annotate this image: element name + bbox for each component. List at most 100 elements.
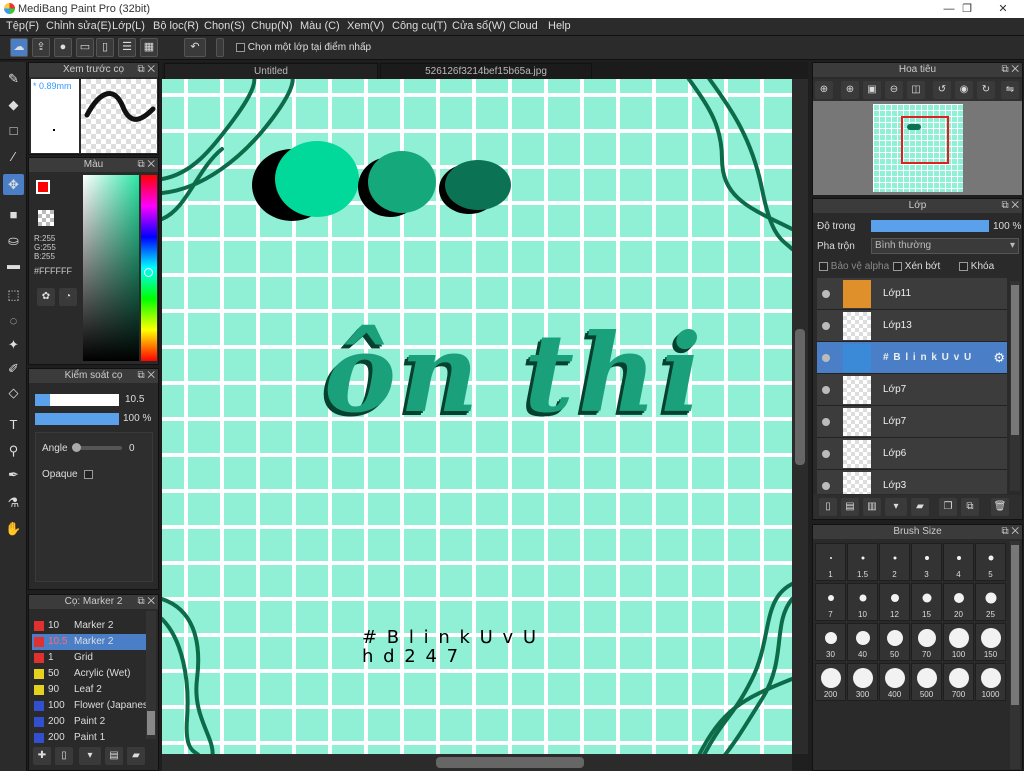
brush-size-preset[interactable]: 200 — [815, 663, 846, 701]
brush-size-preset[interactable]: 500 — [911, 663, 942, 701]
menu-snap[interactable]: Chụp(N) — [251, 20, 293, 32]
text-tool-icon[interactable]: T — [3, 414, 24, 435]
foreground-color-swatch[interactable] — [36, 180, 50, 194]
select-layer-option[interactable]: Chọn một lớp tại điểm nhấp — [236, 42, 371, 53]
angle-handle[interactable] — [72, 443, 81, 452]
brush-size-preset[interactable]: 12 — [879, 583, 910, 621]
close-button[interactable]: ✕ — [988, 0, 1018, 18]
upload-icon[interactable]: ⇪ — [32, 38, 50, 57]
brush-size-preset[interactable]: 150 — [975, 623, 1006, 661]
brush-settings-icon[interactable]: ▤ — [105, 747, 123, 765]
new-layer-icon[interactable]: ▯ — [819, 498, 837, 516]
navigator-close-icon[interactable]: ⧉ ✕ — [1001, 63, 1019, 77]
gradient-tool-icon[interactable]: ▬ — [3, 254, 24, 275]
brush-list-item[interactable]: 10.5Marker 2⚙ — [32, 634, 156, 650]
brush-size-preset[interactable]: 20 — [943, 583, 974, 621]
new-halftone-layer-icon[interactable]: ▤ — [841, 498, 859, 516]
layer-row[interactable]: Lớp6 — [817, 438, 1007, 470]
brush-list-item[interactable]: 200 Paint 1 — [32, 730, 156, 746]
dropper-tool-icon[interactable]: ✒ — [3, 464, 24, 485]
brush-size-preset[interactable]: 70 — [911, 623, 942, 661]
layer-folder-icon[interactable]: ▰ — [911, 498, 929, 516]
menu-color[interactable]: Màu (C) — [300, 20, 340, 32]
brush-size-scrollbar[interactable] — [1010, 541, 1020, 769]
select-eraser-tool-icon[interactable]: ◇ — [3, 382, 24, 403]
comment-icon[interactable]: ● — [54, 38, 72, 57]
hue-slider[interactable] — [141, 175, 157, 361]
layer-row[interactable]: Lớp13 — [817, 310, 1007, 342]
eye-icon[interactable] — [822, 450, 830, 458]
eye-icon[interactable] — [822, 418, 830, 426]
brush-list-scroll-thumb[interactable] — [147, 711, 155, 735]
brush-list-item[interactable]: 200 Paint 2 — [32, 714, 156, 730]
speech-bubble-icon[interactable]: ▭ — [76, 38, 94, 57]
tab-image-file[interactable]: 526126f3214bef15b65a.jpg — [380, 63, 592, 79]
angle-slider[interactable] — [72, 443, 122, 452]
layer-close-icon[interactable]: ⧉ ✕ — [1001, 199, 1019, 213]
brush-size-preset[interactable]: 3 — [911, 543, 942, 581]
protect-alpha-option[interactable]: Bảo vệ alpha — [819, 261, 889, 272]
eraser-tool-icon[interactable]: ◆ — [3, 94, 24, 115]
duplicate-layer-icon[interactable]: ❐ — [939, 498, 957, 516]
layer-scroll-thumb[interactable] — [1011, 285, 1019, 435]
menu-tools[interactable]: Công cụ(T) — [392, 20, 447, 32]
new-brush-icon[interactable]: ▯ — [55, 747, 73, 765]
eye-icon[interactable] — [822, 386, 830, 394]
brush-size-preset[interactable]: 25 — [975, 583, 1006, 621]
layer-row[interactable]: Lớp7 — [817, 406, 1007, 438]
brush-size-preset[interactable]: 5 — [975, 543, 1006, 581]
operation-tool-icon[interactable]: ⚲ — [3, 440, 24, 461]
menu-edit[interactable]: Chỉnh sửa(E) — [46, 20, 111, 32]
menu-select[interactable]: Chọn(S) — [204, 20, 245, 32]
hand-tool-icon[interactable]: ✋ — [3, 518, 24, 539]
clipping-checkbox[interactable] — [893, 261, 902, 271]
brush-folder-icon[interactable]: ▰ — [127, 747, 145, 765]
brush-size-preset[interactable]: 2 — [879, 543, 910, 581]
delete-layer-icon[interactable]: 🗑 — [991, 498, 1009, 516]
brush-size-preset[interactable]: 400 — [879, 663, 910, 701]
merge-layer-icon[interactable]: ⧉ — [961, 498, 979, 516]
zoom-out-icon[interactable]: ⊖ — [885, 81, 903, 99]
hue-handle[interactable] — [144, 268, 153, 277]
zoom-in-icon[interactable]: ⊕ — [841, 81, 859, 99]
new-8bit-layer-icon[interactable]: ▥ — [863, 498, 881, 516]
menu-file[interactable]: Tệp(F) — [6, 20, 39, 32]
brush-size-preset[interactable]: 10 — [847, 583, 878, 621]
opaque-checkbox[interactable] — [84, 470, 93, 479]
list-icon[interactable]: ☰ — [118, 38, 136, 57]
canvas-hscroll-thumb[interactable] — [436, 757, 584, 768]
brush-list-item[interactable]: 90 Leaf 2 — [32, 682, 156, 698]
brush-list-item[interactable]: 100 Flower (Japanese — [32, 698, 156, 714]
canvas-vertical-scrollbar[interactable] — [792, 79, 808, 754]
lasso-tool-icon[interactable]: ◌ — [3, 310, 24, 331]
rectangle-tool-icon[interactable]: □ — [3, 120, 24, 141]
protect-alpha-checkbox[interactable] — [819, 261, 828, 271]
color-panel-close-icon[interactable]: ⧉ ✕ — [137, 158, 155, 172]
menu-view[interactable]: Xem(V) — [347, 20, 384, 32]
artwork-canvas[interactable]: ôn thi # B l i n k U v U h d 2 4 7 — [162, 79, 792, 754]
brush-menu-icon[interactable]: ▾ — [79, 747, 101, 765]
brush-size-slider[interactable] — [35, 394, 119, 406]
brush-size-preset[interactable]: 15 — [911, 583, 942, 621]
eye-icon[interactable] — [822, 290, 830, 298]
panel-close-icon[interactable]: ⧉ ✕ — [137, 63, 155, 77]
layer-row[interactable]: Lớp7 — [817, 374, 1007, 406]
dot-pen-tool-icon[interactable]: ⁄ — [3, 146, 24, 167]
brush-list-item[interactable]: 50 Acrylic (Wet) — [32, 666, 156, 682]
color-history-icon[interactable]: ◔ — [59, 288, 77, 306]
menu-layer[interactable]: Lớp(L) — [112, 20, 145, 32]
navigator-view[interactable] — [813, 101, 1022, 195]
select-layer-checkbox[interactable] — [236, 42, 245, 52]
brush-control-close-icon[interactable]: ⧉ ✕ — [137, 369, 155, 383]
rect-select-tool-icon[interactable]: ⬚ — [3, 284, 24, 305]
menu-help[interactable]: Help — [548, 20, 571, 32]
gear-icon[interactable]: ⚙ — [993, 350, 1005, 366]
menu-window[interactable]: Cửa sổ(W) — [452, 20, 506, 32]
brush-size-scroll-thumb[interactable] — [1011, 545, 1019, 705]
brush-size-preset[interactable]: 100 — [943, 623, 974, 661]
brush-size-preset[interactable]: 30 — [815, 623, 846, 661]
brush-list-item[interactable]: 1 Grid — [32, 650, 156, 666]
restore-button[interactable]: ❐ — [952, 0, 982, 18]
add-layer-menu-icon[interactable]: ▾ — [885, 498, 907, 516]
tab-untitled[interactable]: Untitled — [164, 63, 378, 79]
